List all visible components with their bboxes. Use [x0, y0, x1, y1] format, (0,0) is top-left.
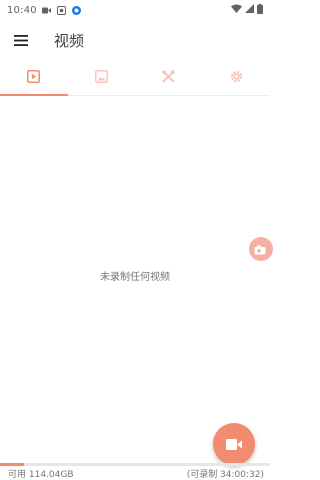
tab-settings[interactable] — [203, 60, 271, 95]
storage-progress-fill — [0, 463, 25, 466]
app-bar: 视频 — [0, 20, 270, 60]
video-camera-icon — [226, 435, 242, 454]
status-bar: 10:40 — [0, 0, 270, 20]
shield-notification-icon — [56, 5, 66, 15]
tab-images[interactable] — [68, 60, 136, 95]
tab-tools[interactable] — [135, 60, 203, 95]
image-icon — [94, 68, 108, 87]
empty-state-text: 未录制任何视频 — [100, 272, 170, 283]
menu-icon — [14, 31, 28, 50]
tab-bar — [0, 60, 270, 96]
recordable-time-text: (可录制 34:00:32) — [186, 470, 264, 480]
record-button[interactable] — [213, 423, 255, 465]
wifi-icon — [231, 4, 242, 16]
video-notification-icon — [41, 7, 51, 14]
signal-icon — [245, 4, 254, 16]
menu-button[interactable] — [1, 20, 41, 60]
tools-icon — [162, 68, 175, 87]
page-title: 视频 — [54, 31, 85, 50]
app-notification-icon — [71, 5, 81, 15]
floating-camera-toggle[interactable] — [249, 237, 273, 261]
battery-icon — [257, 3, 263, 17]
play-icon — [27, 68, 41, 87]
status-time: 10:40 — [7, 4, 37, 16]
available-storage-text: 可用 114.04GB — [8, 470, 74, 480]
tab-videos[interactable] — [0, 60, 68, 96]
gear-icon — [230, 68, 243, 87]
camera-icon — [254, 240, 266, 259]
storage-footer: 可用 114.04GB (可录制 34:00:32) — [0, 467, 270, 480]
active-tab-indicator — [0, 94, 68, 96]
storage-progress-bar — [0, 463, 270, 466]
